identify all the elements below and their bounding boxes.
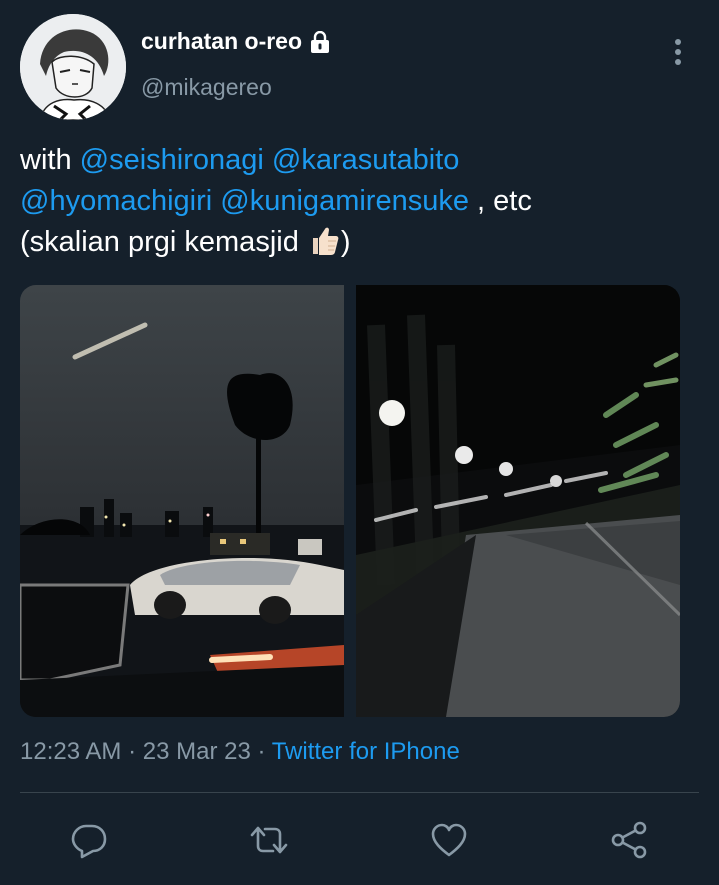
display-name[interactable]: curhatan o-reo <box>141 28 302 55</box>
tweet-text-suffix: , etc <box>477 185 532 217</box>
tweet-text: with @seishironagi @karasutabito @hyomac… <box>20 140 700 263</box>
meta-separator: · <box>257 738 266 765</box>
share-icon <box>611 821 647 859</box>
mention-link[interactable]: @karasutabito <box>272 144 459 176</box>
meta-separator: · <box>128 738 137 765</box>
author-name-row: curhatan o-reo <box>141 28 330 55</box>
media-photo[interactable] <box>356 285 680 717</box>
mention-link[interactable]: @kunigamirensuke <box>220 185 469 217</box>
media-grid <box>20 285 680 717</box>
share-button[interactable] <box>607 818 651 862</box>
like-icon <box>431 823 467 857</box>
reply-icon <box>71 824 107 859</box>
tweet-date[interactable]: 23 Mar 23 <box>143 738 251 765</box>
tweet-meta: 12:23 AM · 23 Mar 23 · Twitter for IPhon… <box>20 738 460 766</box>
avatar[interactable] <box>20 14 126 120</box>
tweet-text-prefix: with <box>20 144 72 176</box>
action-bar <box>0 818 719 864</box>
tweet-text-line3: (skalian prgi kemasjid <box>20 226 299 258</box>
mention-link[interactable]: @seishironagi <box>80 144 264 176</box>
thumbs-up-emoji <box>307 223 341 257</box>
lock-icon <box>310 30 330 53</box>
tweet-source[interactable]: Twitter for IPhone <box>272 738 460 765</box>
avatar-illustration <box>20 14 126 120</box>
media-photo[interactable] <box>20 285 344 717</box>
tweet-text-line3-end: ) <box>340 226 351 258</box>
tweet-time[interactable]: 12:23 AM <box>20 738 121 765</box>
vertical-more-icon <box>675 39 681 65</box>
reply-button[interactable] <box>67 818 111 862</box>
divider <box>20 792 699 793</box>
like-button[interactable] <box>427 818 471 862</box>
more-options-button[interactable] <box>668 36 688 68</box>
retweet-icon <box>250 826 288 854</box>
retweet-button[interactable] <box>247 818 291 862</box>
handle[interactable]: @mikagereo <box>141 74 272 101</box>
mention-link[interactable]: @hyomachigiri <box>20 185 212 217</box>
